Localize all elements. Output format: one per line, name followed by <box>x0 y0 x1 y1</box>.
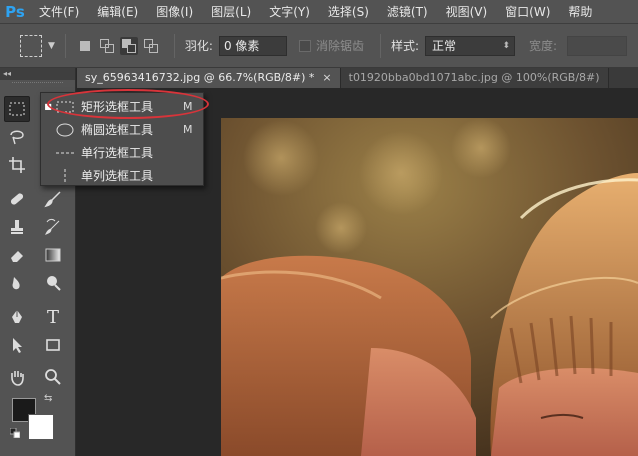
type-icon: T <box>46 306 59 328</box>
healing-brush-tool[interactable] <box>4 186 30 212</box>
ellipse-marquee-icon <box>55 123 75 137</box>
gradient-icon <box>45 248 61 262</box>
flyout-item-label: 椭圆选框工具 <box>81 123 154 137</box>
style-select-value: 正常 <box>432 38 457 53</box>
hand-tool[interactable] <box>4 364 30 390</box>
background-color-swatch[interactable] <box>28 414 54 440</box>
tool-preset-picker[interactable] <box>20 34 42 57</box>
menu-help[interactable]: 帮助 <box>559 0 601 24</box>
photo-image <box>221 118 638 456</box>
zoom-tool[interactable] <box>40 364 66 390</box>
blur-tool[interactable] <box>4 270 30 296</box>
rect-marquee-tool[interactable] <box>4 96 30 122</box>
document-photo[interactable] <box>221 118 638 456</box>
tab-document-2[interactable]: t01920bba0bd1071abc.jpg @ 100%(RGB/8#) <box>340 68 609 88</box>
toolbox-collapse[interactable]: ◂◂ <box>0 68 75 80</box>
feather-label: 羽化: <box>184 39 213 53</box>
dodge-icon <box>47 276 61 291</box>
eraser-icon <box>11 251 23 262</box>
eraser-tool[interactable] <box>4 242 30 268</box>
clone-stamp-tool[interactable] <box>4 214 30 240</box>
stamp-icon <box>11 220 23 234</box>
bandage-icon <box>10 193 24 205</box>
brush-tool[interactable] <box>40 186 66 212</box>
dodge-tool[interactable] <box>40 270 66 296</box>
history-brush-tool[interactable] <box>40 214 66 240</box>
magnifier-icon <box>45 369 61 385</box>
separator <box>64 33 66 58</box>
drop-icon <box>12 277 20 290</box>
tab-document-1[interactable]: sy_65963416732.jpg @ 66.7%(RGB/8#) * × <box>77 68 341 88</box>
highlight-annotation-ellipse <box>47 89 209 119</box>
chevron-updown-icon: ⬍ <box>502 40 511 51</box>
new-selection-button[interactable] <box>76 37 94 55</box>
menu-bar: Ps 文件(F) 编辑(E) 图像(I) 图层(L) 文字(Y) 选择(S) 滤… <box>0 0 638 24</box>
single-column-marquee-icon <box>55 168 75 183</box>
pen-tool[interactable] <box>4 304 30 330</box>
width-label: 宽度: <box>529 39 558 53</box>
menu-window[interactable]: 窗口(W) <box>496 0 559 24</box>
style-select[interactable]: 正常 ⬍ <box>425 35 516 56</box>
hand-icon <box>11 371 24 386</box>
arrow-pointer-icon <box>13 338 22 353</box>
flyout-item-ellipse-marquee[interactable]: 椭圆选框工具 M <box>41 119 203 140</box>
antialias-checkbox[interactable] <box>298 39 311 52</box>
separator <box>173 33 175 58</box>
menu-select[interactable]: 选择(S) <box>319 0 378 24</box>
menu-image[interactable]: 图像(I) <box>147 0 202 24</box>
menu-type[interactable]: 文字(Y) <box>260 0 319 24</box>
swap-colors-icon[interactable]: ⇆ <box>44 393 52 404</box>
rect-marquee-icon <box>9 102 25 116</box>
options-bar: ▼ 羽化: 0 像素 消除锯齿 样式: 正常 ⬍ 宽度: <box>0 24 638 68</box>
crop-icon <box>9 157 25 173</box>
shape-tool[interactable] <box>40 332 66 358</box>
flyout-item-label: 单行选框工具 <box>81 146 154 160</box>
rectangle-shape-icon <box>46 339 60 351</box>
flyout-item-single-row-marquee[interactable]: 单行选框工具 <box>41 142 203 163</box>
chevron-down-icon[interactable]: ▼ <box>48 41 55 51</box>
toolbox-grip[interactable] <box>12 82 63 88</box>
subtract-from-selection-button[interactable] <box>119 36 138 55</box>
brush-icon <box>44 191 61 208</box>
document-tabs: sy_65963416732.jpg @ 66.7%(RGB/8#) * × t… <box>77 68 638 88</box>
menu-edit[interactable]: 编辑(E) <box>88 0 147 24</box>
intersect-selection-button[interactable] <box>142 37 160 55</box>
menu-filter[interactable]: 滤镜(T) <box>378 0 437 24</box>
ps-logo: Ps <box>5 2 25 21</box>
tab-label: t01920bba0bd1071abc.jpg @ 100%(RGB/8#) <box>348 71 600 84</box>
default-colors-icon[interactable] <box>10 428 20 438</box>
menu-file[interactable]: 文件(F) <box>30 0 88 24</box>
type-tool[interactable]: T <box>40 304 66 330</box>
style-label: 样式: <box>390 39 420 53</box>
menu-view[interactable]: 视图(V) <box>437 0 497 24</box>
antialias-label: 消除锯齿 <box>315 39 364 53</box>
add-to-selection-button[interactable] <box>98 37 116 55</box>
feather-input[interactable]: 0 像素 <box>218 35 287 56</box>
separator <box>379 33 381 58</box>
flyout-item-shortcut: M <box>183 123 193 136</box>
close-icon[interactable]: × <box>322 68 331 88</box>
width-input[interactable] <box>567 35 628 56</box>
crop-tool[interactable] <box>4 152 30 178</box>
gradient-tool[interactable] <box>40 242 66 268</box>
pen-icon <box>12 310 22 323</box>
photoshop-window: Ps 文件(F) 编辑(E) 图像(I) 图层(L) 文字(Y) 选择(S) 滤… <box>0 0 638 456</box>
single-row-marquee-icon <box>55 146 75 160</box>
menu-layer[interactable]: 图层(L) <box>202 0 260 24</box>
flyout-item-single-column-marquee[interactable]: 单列选框工具 <box>41 165 203 186</box>
flyout-item-label: 单列选框工具 <box>81 169 154 183</box>
history-brush-icon <box>45 218 60 235</box>
path-selection-tool[interactable] <box>4 332 30 358</box>
lasso-tool[interactable] <box>4 124 30 150</box>
lasso-icon <box>10 130 24 145</box>
tab-label: sy_65963416732.jpg @ 66.7%(RGB/8#) * <box>85 71 315 84</box>
